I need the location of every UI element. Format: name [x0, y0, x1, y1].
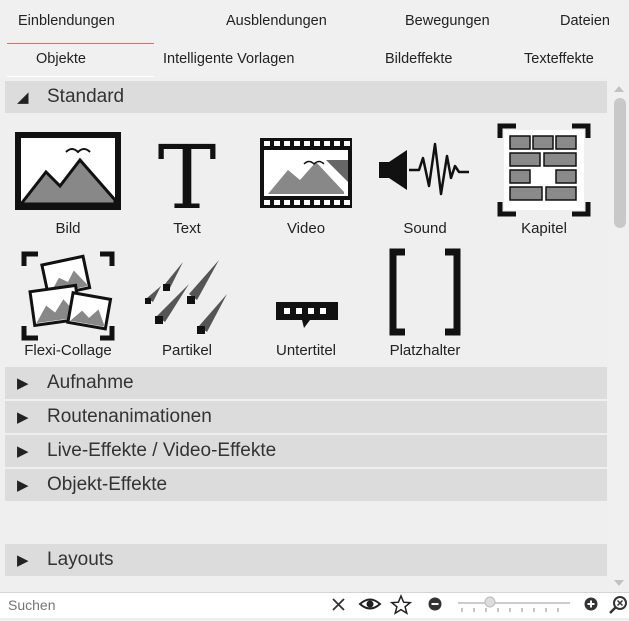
- subtitle-icon: [246, 242, 366, 342]
- tab-objekte[interactable]: Objekte: [36, 51, 86, 67]
- collage-icon: [8, 242, 128, 342]
- object-label: Video: [286, 220, 326, 237]
- tab-row-bottom: Objekte Intelligente Vorlagen Bildeffekt…: [0, 44, 629, 76]
- section-title: Routenanimationen: [47, 406, 212, 427]
- text-icon: T: [127, 120, 247, 229]
- scroll-up-arrow-icon[interactable]: [614, 86, 624, 92]
- bottom-toolbar: [0, 592, 629, 618]
- section-title: Aufnahme: [47, 372, 134, 393]
- particle-icon: [127, 242, 247, 342]
- object-label: Sound: [403, 220, 447, 237]
- object-flexi-collage[interactable]: Flexi-Collage: [8, 242, 128, 359]
- zoom-slider[interactable]: [452, 593, 574, 620]
- vertical-scrollbar[interactable]: [610, 78, 629, 592]
- section-header-objekt-effekte[interactable]: ▶ Objekt-Effekte: [5, 469, 607, 501]
- object-sound[interactable]: Sound: [365, 120, 485, 237]
- search-input[interactable]: [6, 596, 310, 614]
- scroll-down-arrow-icon[interactable]: [614, 580, 624, 586]
- object-video[interactable]: Video: [246, 120, 366, 237]
- placeholder-icon: [365, 242, 485, 342]
- section-title: Live-Effekte / Video-Effekte: [47, 440, 277, 461]
- svg-text:T: T: [158, 126, 217, 220]
- object-partikel[interactable]: Partikel: [127, 242, 247, 359]
- object-label: Text: [173, 220, 201, 237]
- eye-icon[interactable]: [358, 594, 382, 619]
- tab-texteffekte[interactable]: Texteffekte: [524, 51, 594, 67]
- chapter-icon: [484, 120, 604, 220]
- object-label: Kapitel: [521, 220, 567, 237]
- object-text[interactable]: T Text: [127, 120, 247, 237]
- image-icon: [8, 120, 128, 220]
- expand-triangle-icon: ▶: [17, 409, 29, 426]
- section-title-standard: Standard: [47, 86, 125, 107]
- object-label: Untertitel: [275, 342, 337, 359]
- expand-triangle-icon: ▶: [17, 375, 29, 392]
- expand-triangle-icon: ▶: [17, 443, 29, 460]
- object-kapitel[interactable]: Kapitel: [484, 120, 604, 237]
- tab-ausblendungen[interactable]: Ausblendungen: [226, 13, 327, 29]
- tab-intelligente-vorlagen[interactable]: Intelligente Vorlagen: [163, 51, 294, 67]
- sound-icon: [365, 120, 485, 220]
- tab-einblendungen[interactable]: Einblendungen: [18, 13, 115, 29]
- object-label: Platzhalter: [389, 342, 461, 359]
- section-title: Layouts: [47, 549, 114, 570]
- zoom-in-icon[interactable]: [582, 594, 600, 619]
- section-header-standard[interactable]: ◢ Standard: [5, 81, 607, 113]
- objects-panel: ◢ Standard Bild T Text Video Sound Kapit…: [0, 78, 609, 592]
- tab-bewegungen[interactable]: Bewegungen: [405, 13, 490, 29]
- section-header-layouts[interactable]: ▶ Layouts: [5, 544, 607, 576]
- collapse-triangle-icon: ◢: [17, 89, 29, 106]
- object-label: Partikel: [161, 342, 213, 359]
- expand-triangle-icon: ▶: [17, 477, 29, 494]
- expand-triangle-icon: ▶: [17, 552, 29, 569]
- section-header-live-effekte[interactable]: ▶ Live-Effekte / Video-Effekte: [5, 435, 607, 467]
- section-title: Objekt-Effekte: [47, 474, 168, 495]
- video-icon: [246, 120, 366, 220]
- object-bild[interactable]: Bild: [8, 120, 128, 237]
- object-label: Bild: [55, 220, 81, 237]
- tab-bildeffekte[interactable]: Bildeffekte: [385, 51, 452, 67]
- zoom-out-icon[interactable]: [426, 594, 444, 619]
- section-header-routenanimationen[interactable]: ▶ Routenanimationen: [5, 401, 607, 433]
- object-untertitel[interactable]: Untertitel: [246, 242, 366, 359]
- object-platzhalter[interactable]: Platzhalter: [365, 242, 485, 359]
- object-label: Flexi-Collage: [24, 342, 112, 359]
- section-header-aufnahme[interactable]: ▶ Aufnahme: [5, 367, 607, 399]
- tab-row-top: Einblendungen Ausblendungen Bewegungen D…: [0, 0, 629, 44]
- tab-dateien[interactable]: Dateien: [560, 13, 610, 29]
- clear-search-icon[interactable]: [329, 594, 349, 619]
- scroll-thumb[interactable]: [614, 98, 626, 228]
